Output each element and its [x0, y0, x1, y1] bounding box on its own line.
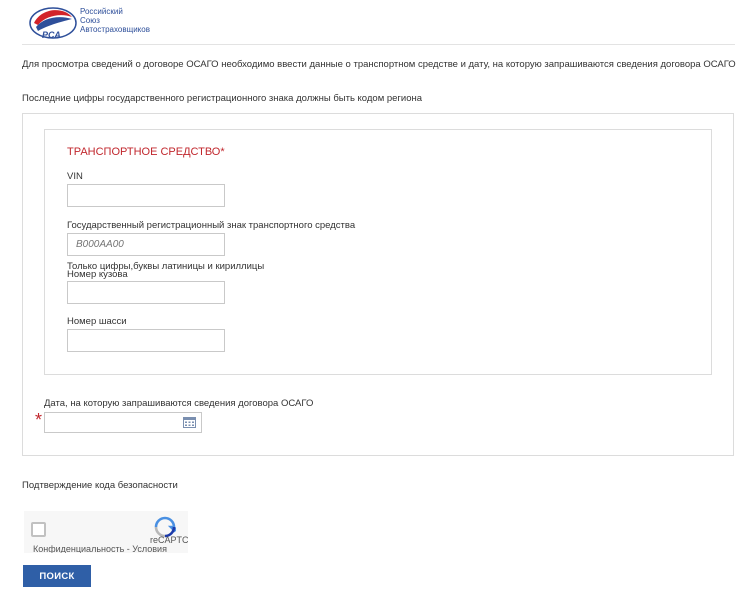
reg-number-label: Государственный регистрационный знак тра…: [67, 220, 356, 231]
recaptcha-checkbox[interactable]: [31, 522, 46, 537]
vin-label: VIN: [67, 171, 83, 182]
header-divider: [22, 44, 735, 45]
recaptcha-widget: reCAPTCHA Конфиденциальность - Условия: [24, 511, 188, 553]
vin-input[interactable]: [67, 184, 225, 207]
calendar-icon[interactable]: [183, 416, 196, 428]
region-hint-text: Последние цифры государственного регистр…: [22, 93, 423, 104]
logo-line-2: Союз: [80, 16, 100, 25]
date-field[interactable]: [44, 412, 202, 433]
intro-text: Для просмотра сведений о договоре ОСАГО …: [22, 59, 736, 70]
chassis-number-label: Номер шасси: [67, 316, 127, 327]
body-number-input[interactable]: [67, 281, 225, 304]
body-number-label: Номер кузова: [67, 269, 128, 280]
logo-text: Российский Союз Автостраховщиков: [80, 7, 150, 34]
chassis-number-input[interactable]: [67, 329, 225, 352]
captcha-label: Подтверждение кода безопасности: [22, 480, 178, 491]
date-label: Дата, на которую запрашиваются сведения …: [44, 398, 314, 409]
reg-number-input[interactable]: [67, 233, 225, 256]
search-button[interactable]: ПОИСК: [23, 565, 91, 587]
rsa-logo-icon: РСА: [29, 7, 77, 40]
logo-line-1: Российский: [80, 7, 123, 16]
recaptcha-links[interactable]: Конфиденциальность - Условия: [33, 544, 167, 553]
vehicle-section-title: ТРАНСПОРТНОЕ СРЕДСТВО*: [67, 146, 225, 158]
date-input[interactable]: [45, 413, 177, 432]
logo-line-3: Автостраховщиков: [80, 25, 150, 34]
required-star: *: [35, 410, 43, 430]
svg-text:РСА: РСА: [42, 30, 61, 40]
rsa-logo: РСА Российский Союз Автостраховщиков: [22, 5, 222, 45]
